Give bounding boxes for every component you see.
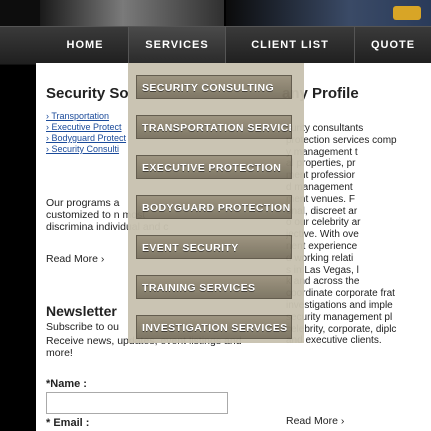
dropdown-item-training-services[interactable]: TRAINING SERVICES xyxy=(136,275,292,299)
read-more-link-profile[interactable]: Read More › xyxy=(286,415,344,427)
profile-text-line: y management t xyxy=(286,146,358,158)
nav-home[interactable]: HOME xyxy=(42,27,128,64)
profile-text-line: s in Las Vegas, l xyxy=(286,264,359,276)
section-title: Security So xyxy=(46,85,129,102)
profile-text-line: and executive clients. xyxy=(286,335,382,347)
page: HOME SERVICES CLIENT LIST QUOTE Security… xyxy=(0,0,431,431)
nav-quote[interactable]: QUOTE xyxy=(355,27,431,64)
name-label: *Name : xyxy=(46,378,87,390)
dropdown-item-bodyguard-protection[interactable]: BODYGUARD PROTECTION xyxy=(136,195,292,219)
profile-text-line: coordinate corporate frat xyxy=(286,288,395,300)
profile-text-line: security management pl xyxy=(286,311,393,323)
banner-left-panel xyxy=(0,0,40,26)
profile-text-line: o our celebrity ar xyxy=(286,217,361,229)
profile-text-line: investigations and imple xyxy=(286,299,393,311)
dropdown-item-security-consulting[interactable]: SECURITY CONSULTING xyxy=(136,75,292,99)
profile-text-line: k and across the xyxy=(286,276,360,288)
profile-text-line: d management xyxy=(286,181,353,193)
profile-text-line: curity consultants xyxy=(286,123,364,134)
header-banner xyxy=(0,0,431,26)
profile-text-line: ment professior xyxy=(286,170,355,182)
profile-text-line: al properties, pr xyxy=(286,158,356,170)
dropdown-item-executive-protection[interactable]: EXECUTIVE PROTECTION xyxy=(136,155,292,179)
profile-text-line: d working relati xyxy=(286,252,354,264)
dropdown-item-event-security[interactable]: EVENT SECURITY xyxy=(136,235,292,259)
banner-photo-left xyxy=(40,0,224,26)
profile-text-line: jective. With ove xyxy=(286,229,359,241)
read-more-link[interactable]: Read More › xyxy=(46,253,104,265)
profile-text-line: ment venues. F xyxy=(286,193,355,205)
nav-services[interactable]: SERVICES xyxy=(129,27,225,64)
company-profile-text: curity consultants protection services co… xyxy=(286,123,431,347)
dropdown-item-transportation[interactable]: TRANSPORTATION SERVICES xyxy=(136,115,292,139)
profile-text-line: onal, discreet ar xyxy=(286,205,358,217)
name-input[interactable] xyxy=(46,392,228,414)
email-label: * Email : xyxy=(46,417,90,429)
nav-client-list[interactable]: CLIENT LIST xyxy=(226,27,354,64)
profile-text-line: protection services comp xyxy=(286,134,397,146)
profile-text-line: nent experience xyxy=(286,240,358,252)
profile-text-line: celebrity, corporate, diplc xyxy=(286,323,397,335)
logo-icon xyxy=(393,6,421,20)
main-nav: HOME SERVICES CLIENT LIST QUOTE xyxy=(0,26,431,65)
services-dropdown: SECURITY CONSULTING TRANSPORTATION SERVI… xyxy=(128,63,304,343)
dropdown-item-investigation-services[interactable]: INVESTIGATION SERVICES xyxy=(136,315,292,339)
newsletter-title: Newsletter xyxy=(46,303,117,319)
